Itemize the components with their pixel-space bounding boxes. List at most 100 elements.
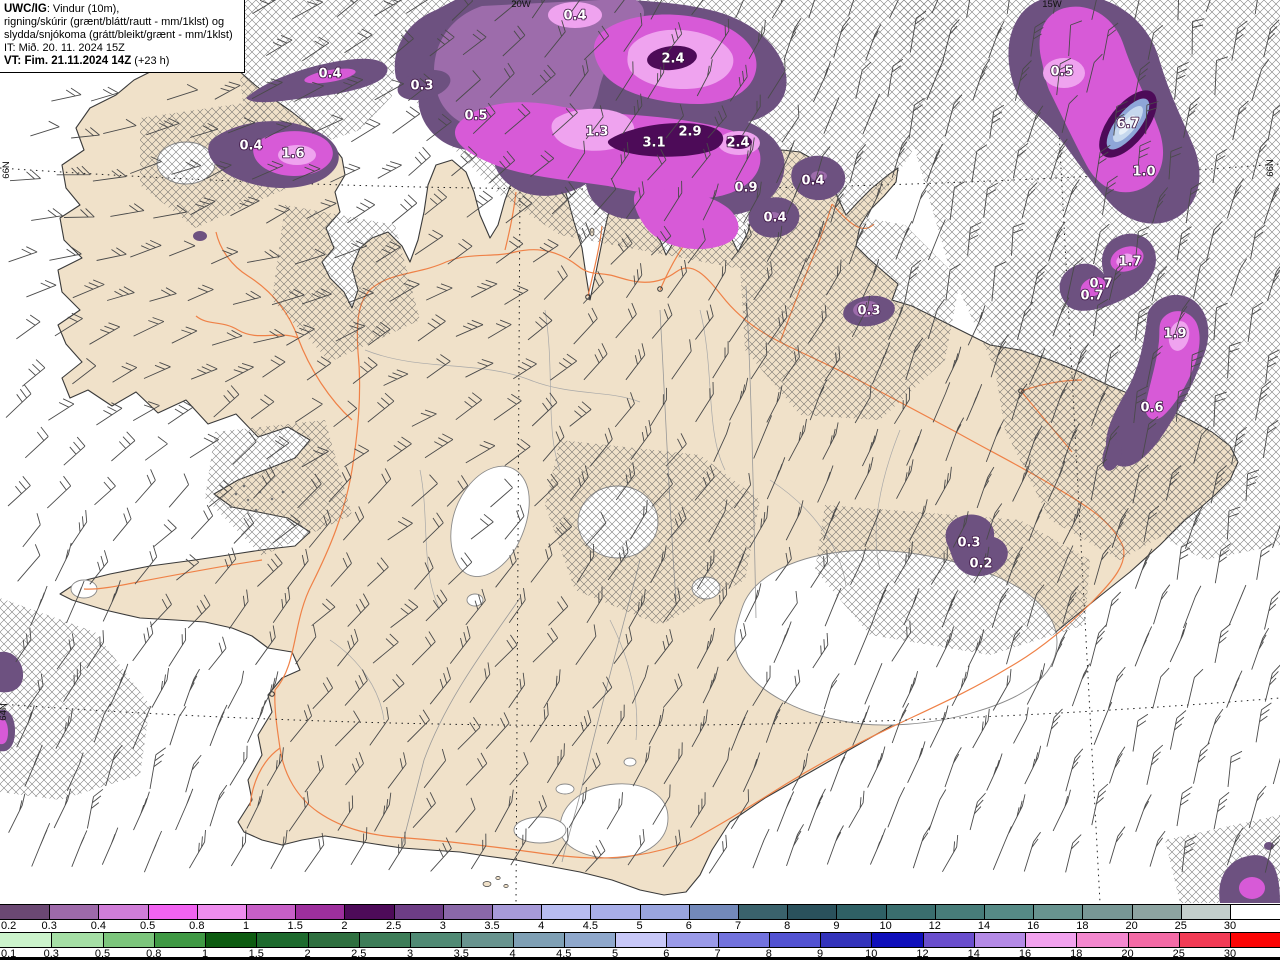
snow-swatch: [1127, 933, 1179, 947]
precip-value-label: 1.9: [1163, 327, 1186, 342]
snow-swatch: [563, 933, 615, 947]
rain-tick-label: 9: [833, 920, 840, 932]
rain-tick-label: 2.5: [385, 920, 402, 932]
rain-tick-label: 1.5: [287, 920, 303, 932]
init-time: IT: Mið. 20. 11. 2024 15Z: [4, 42, 125, 54]
precip-value-label: 3.1: [642, 136, 665, 151]
precip-value-label: 6.7: [1116, 117, 1139, 132]
precip-value-label: 0.4: [239, 139, 262, 154]
rain-swatch: [196, 905, 246, 919]
rain-swatch: [49, 905, 99, 919]
rain-swatch: [1131, 905, 1181, 919]
info-box: UWC/IG: Vindur (10m), rigning/skúrir (gr…: [0, 0, 245, 73]
rain-tick-label: 18: [1076, 920, 1089, 932]
rain-swatch: [0, 905, 50, 919]
snow-swatch: [1230, 933, 1280, 947]
rain-swatch: [1082, 905, 1132, 919]
snow-swatch: [871, 933, 923, 947]
precip-value-label: 0.3: [957, 536, 980, 551]
rain-tick-label: 8: [784, 920, 791, 932]
snow-swatch: [973, 933, 1025, 947]
precip-value-label: 0.4: [318, 67, 341, 82]
precip-value-label: 1.7: [1118, 255, 1141, 270]
rain-tick-label: 4: [538, 920, 545, 932]
color-scale-legend: 0.2 0.3 0.4 0.5 0.8 1 1.5 2 2.5 3 3.5 4 4.5 5 6 7 8 9 10 12…: [0, 903, 1280, 960]
snow-swatch: [512, 933, 564, 947]
precip-value-label: 0.4: [563, 9, 586, 24]
rain-tick-label: 5: [636, 920, 643, 932]
rain-tick-label: 14: [977, 920, 991, 932]
snow-swatch: [256, 933, 308, 947]
rain-swatch: [787, 905, 837, 919]
rain-tick-label: 0.8: [189, 920, 205, 932]
rain-tick-label: 0.5: [139, 920, 156, 932]
rain-tick-label: 3: [439, 920, 446, 932]
rain-tick-label: 12: [928, 920, 941, 932]
snow-swatch: [307, 933, 359, 947]
precip-value-label: 1.0: [1132, 165, 1155, 180]
snow-swatch: [820, 933, 872, 947]
rain-bar-labels: 0.2 0.3 0.4 0.5 0.8 1 1.5 2 2.5 3 3.5 4 4.5 5 6 7 8 9 10 12…: [0, 920, 1280, 932]
rain-tick-label: 16: [1027, 920, 1040, 932]
eyjafjallajokull: [513, 816, 567, 844]
valid-time: VT: Fim. 21.11.2024 14Z: [4, 55, 132, 67]
precip-value-label: 1.6: [281, 147, 304, 162]
precip-value-label: 0.4: [763, 211, 786, 226]
precip-value-label: 0.6: [1140, 401, 1163, 416]
graticule-label: 15W: [1042, 0, 1062, 10]
precip-value-label: 0.4: [801, 174, 824, 189]
rain-tick-label: 7: [734, 920, 742, 932]
snow-swatch: [1178, 933, 1230, 947]
info-line-2: rigning/skúrir (grænt/blátt/rautt - mm/1…: [4, 16, 225, 28]
rain-mixed-color-bar: [0, 904, 1280, 920]
snow-swatch: [0, 933, 52, 947]
rain-tick-label: 2: [341, 920, 348, 932]
snow-color-bar: [0, 932, 1280, 948]
rain-tick-label: 20: [1125, 920, 1138, 932]
rain-tick-label: 3.5: [484, 920, 500, 932]
precip-value-label: 0.9: [734, 181, 757, 196]
snow-swatch: [768, 933, 820, 947]
rain-tick-label: 4.5: [582, 920, 599, 932]
info-line-3: slydda/snjókoma (grátt/bleikt/grænt - mm…: [4, 29, 233, 41]
snow-swatch: [205, 933, 257, 947]
snow-swatch: [410, 933, 462, 947]
rain-tick-label: 0.2: [1, 920, 17, 932]
precip-value-label: 0.3: [857, 304, 880, 319]
rain-swatch: [98, 905, 148, 919]
model-name: UWC/IG: [4, 3, 47, 15]
rain-tick-label: 6: [685, 920, 692, 932]
snow-swatch: [666, 933, 718, 947]
rain-swatch: [344, 905, 394, 919]
precip-value-label: 0.7: [1080, 289, 1103, 304]
rain-swatch: [1230, 905, 1280, 919]
rain-swatch: [590, 905, 640, 919]
rain-swatch: [442, 905, 492, 919]
rain-swatch: [934, 905, 984, 919]
info-line-1: UWC/IG: Vindur (10m),: [4, 3, 120, 15]
rain-tick-label: 1: [242, 920, 250, 932]
rain-tick-label: 25: [1174, 920, 1187, 932]
snow-swatch: [1025, 933, 1077, 947]
precip-value-label: 0.5: [464, 109, 487, 124]
snow-swatch: [461, 933, 513, 947]
graticule-label: 64N: [0, 703, 9, 721]
rain-swatch: [885, 905, 935, 919]
rain-swatch: [984, 905, 1034, 919]
graticule-label: 20W: [511, 0, 531, 10]
rain-swatch: [688, 905, 738, 919]
rain-swatch: [738, 905, 788, 919]
rain-swatch: [147, 905, 197, 919]
rain-swatch: [1033, 905, 1083, 919]
precip-value-label: 0.3: [410, 79, 433, 94]
rain-swatch: [295, 905, 345, 919]
rain-tick-label: 0.3: [41, 920, 57, 932]
rain-swatch: [393, 905, 443, 919]
precip-value-label: 2.4: [726, 136, 749, 151]
precip-value-label: 2.4: [661, 52, 684, 67]
weather-map: 0.4 2.4 0.4 0.3 0.5 1.3 3.1 2.9 2.4 0.9 0.4 0.4 0.4 1…: [0, 0, 1280, 903]
snow-swatch: [615, 933, 667, 947]
snow-swatch: [102, 933, 154, 947]
snow-swatch: [1076, 933, 1128, 947]
rain-tick-label: 10: [879, 920, 892, 932]
